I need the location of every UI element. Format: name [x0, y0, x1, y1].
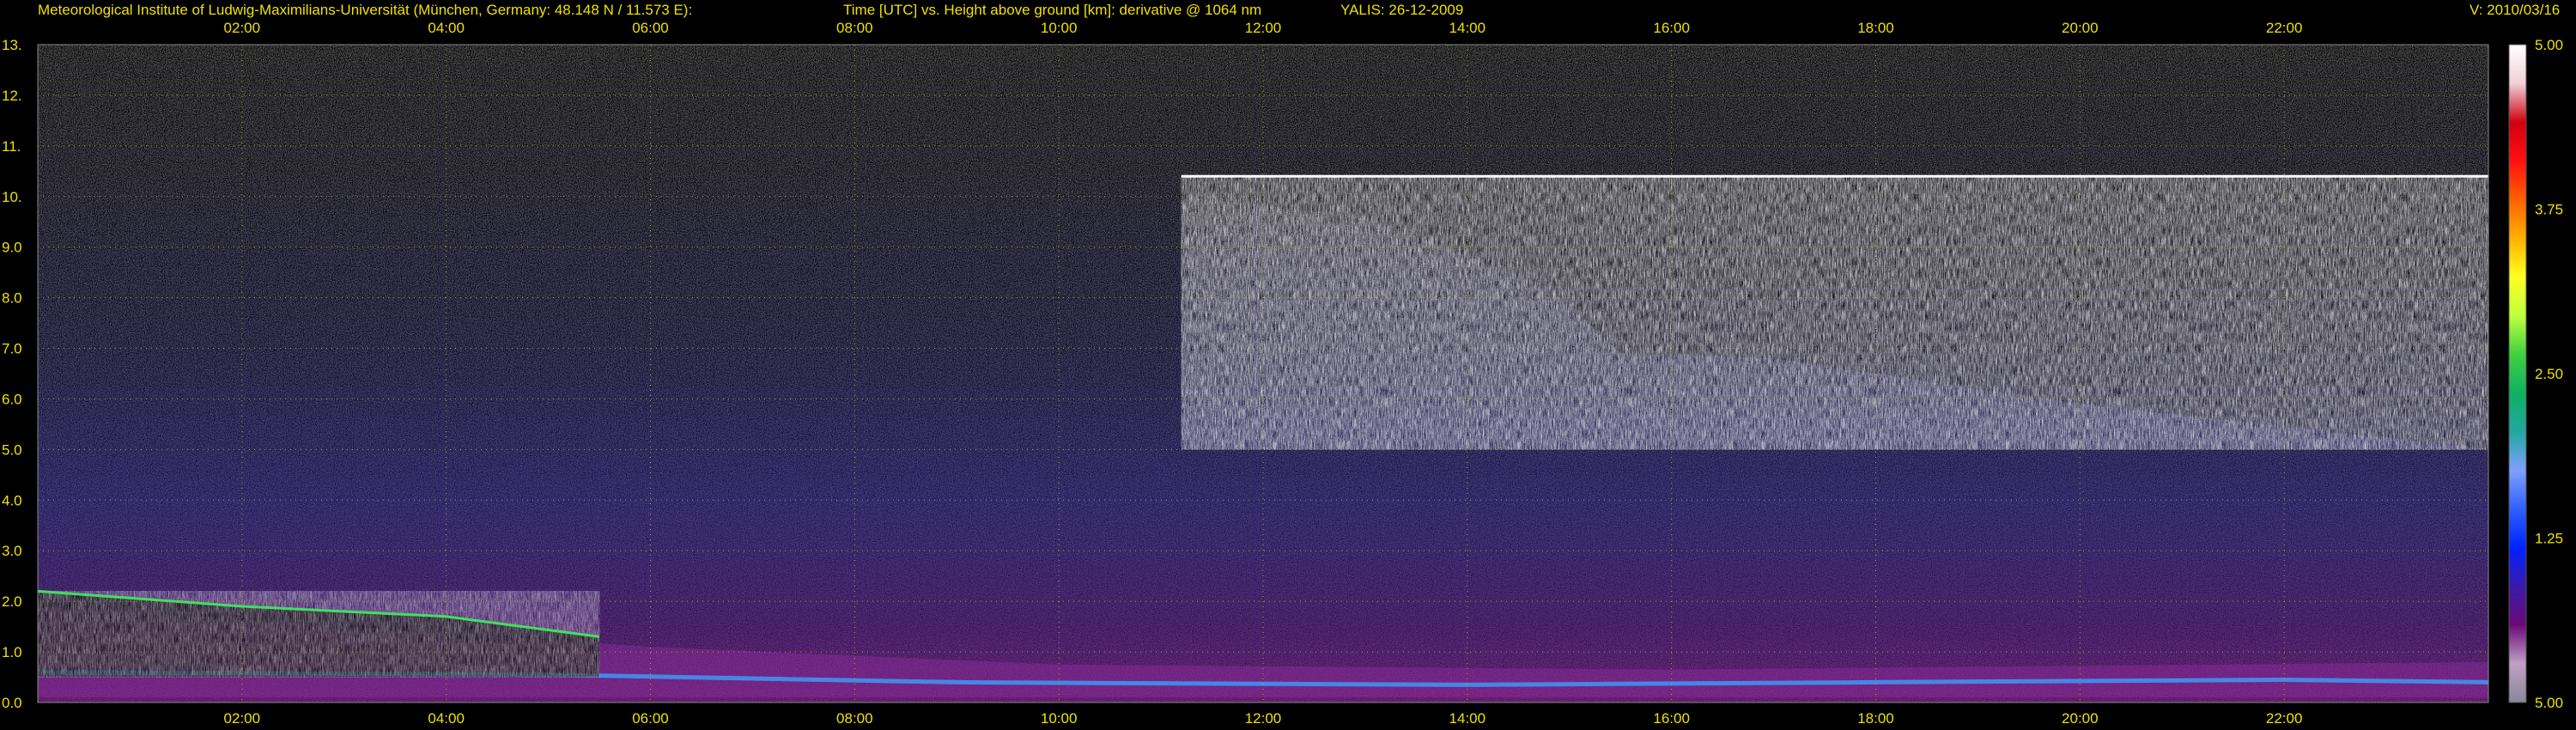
x-tick-label-bottom: 16:00 — [1653, 710, 1690, 727]
x-tick-label-bottom: 10:00 — [1041, 710, 1078, 727]
x-tick-label-top: 02:00 — [224, 20, 261, 36]
x-tick-label-bottom: 02:00 — [224, 710, 261, 727]
x-tick-label-top: 16:00 — [1653, 20, 1690, 36]
y-tick-label: 3.0 — [2, 543, 22, 559]
colorbar-scale — [2508, 44, 2527, 703]
y-tick-label: 0.0 — [2, 695, 22, 711]
y-tick-label: 5.0 — [2, 441, 22, 458]
x-tick-label-bottom: 20:00 — [2062, 710, 2099, 727]
lidar-derivative-chart: 02:00 02:00 04:00 04:00 06:00 06:00 08:00 08:00… — [2, 20, 2563, 727]
x-tick-label-top: 06:00 — [632, 20, 669, 36]
x-tick-label-top: 10:00 — [1041, 20, 1078, 36]
x-tick-label-bottom: 22:00 — [2266, 710, 2303, 727]
colorbar-tick-label: 1.25 — [2535, 531, 2563, 547]
x-tick-label-top: 14:00 — [1449, 20, 1486, 36]
x-tick-label-bottom: 14:00 — [1449, 710, 1486, 727]
y-tick-label: 6.0 — [2, 391, 22, 407]
y-tick-label: 9.0 — [2, 240, 22, 256]
x-tick-label-top: 18:00 — [1857, 20, 1894, 36]
x-tick-label-bottom: 18:00 — [1857, 710, 1894, 727]
x-tick-label-bottom: 12:00 — [1245, 710, 1282, 727]
y-tick-label: 11. — [2, 138, 21, 155]
y-tick-label: 1.0 — [2, 644, 22, 660]
x-tick-label-top: 12:00 — [1245, 20, 1282, 36]
colorbar-tick-label: 2.50 — [2535, 366, 2563, 382]
y-tick-label: 8.0 — [2, 290, 22, 307]
y-tick-label: 7.0 — [2, 341, 22, 357]
x-tick-label-top: 08:00 — [836, 20, 873, 36]
y-tick-label: 4.0 — [2, 492, 22, 508]
y-tick-label: 12. — [2, 88, 22, 104]
colorbar-tick-label: 5.00 — [2535, 37, 2563, 53]
colorbar: 5.00 3.75 2.50 1.25 5.00 — [2508, 37, 2563, 711]
y-tick-label: 10. — [2, 189, 22, 205]
colorbar-tick-label: 5.00 — [2535, 695, 2563, 711]
x-tick-label-top: 04:00 — [428, 20, 465, 36]
colorbar-tick-label: 3.75 — [2535, 202, 2563, 218]
y-tick-label: 2.0 — [2, 593, 22, 610]
x-tick-label-bottom: 06:00 — [632, 710, 669, 727]
x-tick-label-top: 22:00 — [2266, 20, 2303, 36]
y-tick-label: 13. — [2, 37, 22, 53]
x-tick-label-bottom: 08:00 — [836, 710, 873, 727]
x-tick-label-bottom: 04:00 — [428, 710, 465, 727]
x-tick-label-top: 20:00 — [2062, 20, 2099, 36]
